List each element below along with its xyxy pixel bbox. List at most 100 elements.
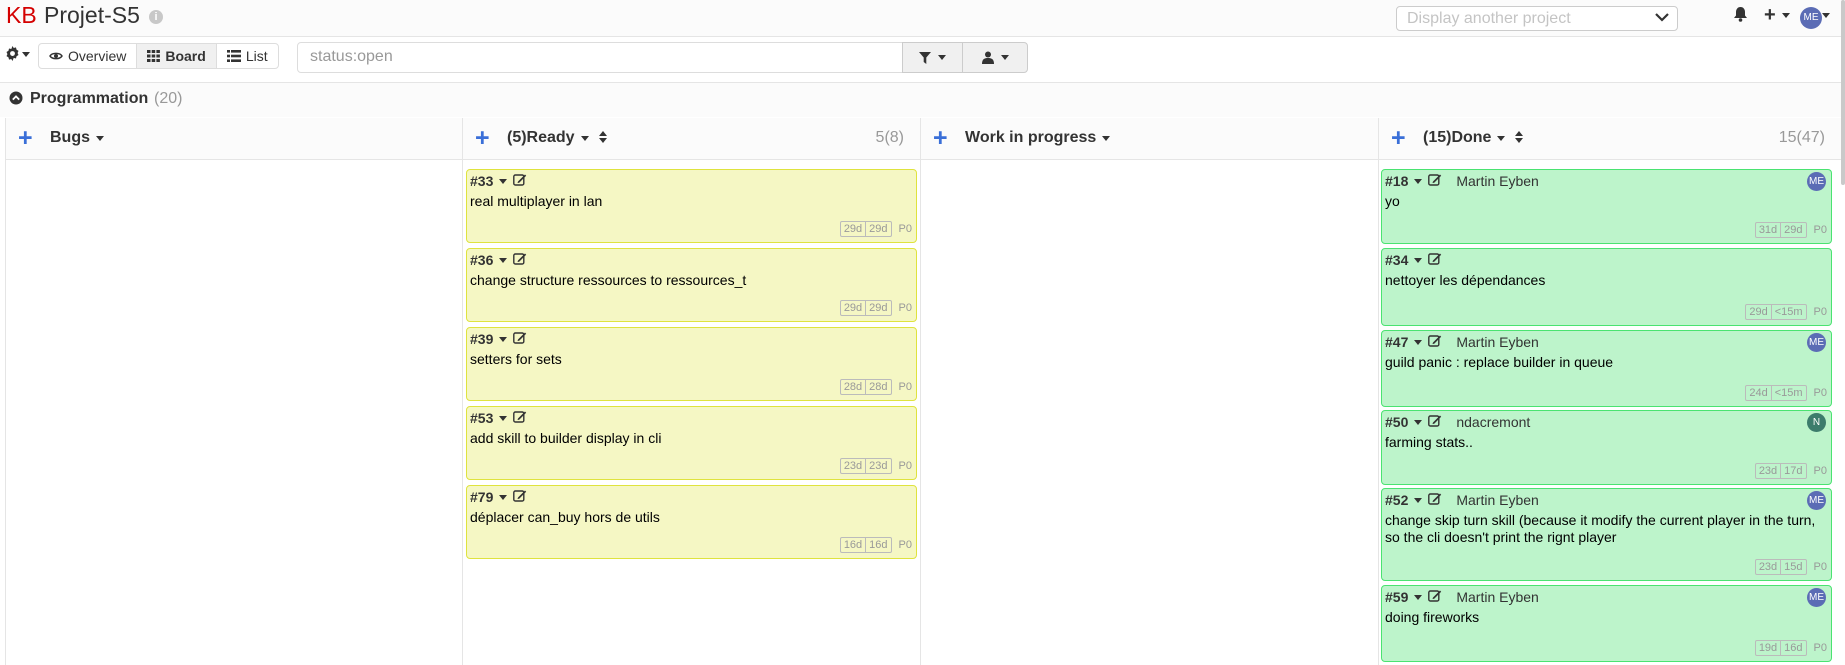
- edit-icon[interactable]: [1428, 492, 1442, 508]
- caret-down-icon[interactable]: [499, 178, 508, 184]
- overview-view-button[interactable]: Overview: [39, 44, 138, 68]
- column-title[interactable]: (15)Done: [1423, 129, 1524, 147]
- task-age: 19d 16d: [1754, 640, 1807, 656]
- task-title[interactable]: change structure ressources to ressource…: [470, 272, 913, 289]
- task-id[interactable]: #47: [1385, 334, 1408, 350]
- task-title[interactable]: guild panic : replace builder in queue: [1385, 354, 1828, 371]
- collapse-icon[interactable]: [9, 91, 23, 105]
- sort-icon[interactable]: [1515, 131, 1524, 145]
- page-scrollbar[interactable]: [1841, 0, 1845, 185]
- filter-search-input[interactable]: status:open: [297, 42, 903, 73]
- task-priority: P0: [1813, 224, 1827, 236]
- add-task-button[interactable]: +: [475, 126, 490, 151]
- task-id[interactable]: #59: [1385, 589, 1408, 605]
- plus-menu-button[interactable]: +: [1764, 4, 1776, 27]
- task-assignee: ndacremont: [1456, 414, 1531, 430]
- task-card[interactable]: #34 nettoyer les dépendances 29d <15m P0: [1381, 248, 1832, 326]
- caret-down-icon: [1102, 135, 1111, 141]
- edit-icon[interactable]: [1428, 173, 1442, 189]
- task-title[interactable]: setters for sets: [470, 351, 913, 368]
- task-assignee: Martin Eyben: [1456, 173, 1539, 189]
- task-title[interactable]: doing fireworks: [1385, 609, 1828, 626]
- caret-down-icon[interactable]: [499, 257, 508, 263]
- edit-icon[interactable]: [1428, 334, 1442, 350]
- caret-down-icon[interactable]: [1414, 497, 1423, 503]
- caret-down-icon[interactable]: [1414, 178, 1423, 184]
- task-card[interactable]: #59 Martin Eyben ME doing fireworks 19d 16d P0: [1381, 585, 1832, 662]
- caret-down-icon: [580, 135, 589, 141]
- task-title[interactable]: farming stats..: [1385, 434, 1828, 451]
- task-id[interactable]: #33: [470, 173, 493, 189]
- edit-icon[interactable]: [513, 173, 527, 189]
- list-view-button[interactable]: List: [217, 44, 278, 68]
- task-title[interactable]: yo: [1385, 193, 1828, 210]
- task-card[interactable]: #39 setters for sets 28d 28d P0: [466, 327, 917, 401]
- task-card[interactable]: #52 Martin Eyben ME change skip turn skill …: [1381, 488, 1832, 581]
- task-card[interactable]: #53 add skill to builder display in cli 23…: [466, 406, 917, 480]
- caret-down-icon[interactable]: [1414, 339, 1423, 345]
- edit-icon[interactable]: [513, 410, 527, 426]
- caret-down-icon[interactable]: [22, 52, 30, 57]
- task-age-created: 19d: [1756, 641, 1782, 655]
- project-select[interactable]: Display another project: [1396, 6, 1678, 31]
- task-age: 24d <15m: [1745, 385, 1807, 401]
- column-title[interactable]: Work in progress: [965, 129, 1111, 147]
- task-age-created: 23d: [1756, 464, 1782, 478]
- page-title: Projet-S5: [44, 2, 140, 28]
- gear-icon[interactable]: [5, 46, 20, 61]
- caret-down-icon[interactable]: [1414, 257, 1423, 263]
- task-id[interactable]: #34: [1385, 252, 1408, 268]
- task-id[interactable]: #50: [1385, 414, 1408, 430]
- column-title[interactable]: (5)Ready: [507, 129, 608, 147]
- task-header: #47 Martin Eyben: [1385, 333, 1828, 351]
- task-card[interactable]: #47 Martin Eyben ME guild panic : replace b…: [1381, 330, 1832, 407]
- task-card[interactable]: #18 Martin Eyben ME yo 31d 29d P0: [1381, 169, 1832, 244]
- task-id[interactable]: #36: [470, 252, 493, 268]
- bell-icon[interactable]: [1733, 6, 1748, 22]
- task-title[interactable]: déplacer can_buy hors de utils: [470, 509, 913, 526]
- edit-icon[interactable]: [1428, 252, 1442, 268]
- task-title[interactable]: real multiplayer in lan: [470, 193, 913, 210]
- edit-icon[interactable]: [513, 331, 527, 347]
- caret-down-icon[interactable]: [1782, 13, 1790, 18]
- task-age-created: 24d: [1746, 386, 1772, 400]
- task-footer: 16d 16d P0: [839, 537, 912, 553]
- caret-down-icon[interactable]: [1822, 13, 1830, 18]
- task-card[interactable]: #50 ndacremont Nfarming stats.. 23d 17d P0: [1381, 410, 1832, 485]
- task-title[interactable]: add skill to builder display in cli: [470, 430, 913, 447]
- add-task-button[interactable]: +: [18, 126, 33, 151]
- task-age-created: 29d: [1746, 305, 1772, 319]
- filter-dropdown-button[interactable]: [902, 42, 963, 73]
- caret-down-icon[interactable]: [1414, 594, 1423, 600]
- add-task-button[interactable]: +: [1391, 126, 1406, 151]
- edit-icon[interactable]: [1428, 589, 1442, 605]
- column-header: + (15)Done 15(47): [1379, 118, 1845, 160]
- edit-icon[interactable]: [513, 252, 527, 268]
- task-id[interactable]: #18: [1385, 173, 1408, 189]
- task-title[interactable]: change skip turn skill (because it modif…: [1385, 512, 1828, 546]
- caret-down-icon[interactable]: [499, 494, 508, 500]
- logo[interactable]: KB: [6, 2, 37, 29]
- user-filter-button[interactable]: [962, 42, 1028, 73]
- caret-down-icon[interactable]: [499, 336, 508, 342]
- caret-down-icon[interactable]: [1414, 419, 1423, 425]
- task-title[interactable]: nettoyer les dépendances: [1385, 272, 1828, 289]
- caret-down-icon[interactable]: [499, 415, 508, 421]
- task-card[interactable]: #33 real multiplayer in lan 29d 29d P0: [466, 169, 917, 243]
- task-id[interactable]: #79: [470, 489, 493, 505]
- task-id[interactable]: #53: [470, 410, 493, 426]
- task-card[interactable]: #36 change structure ressources to ressou…: [466, 248, 917, 322]
- edit-icon[interactable]: [513, 489, 527, 505]
- task-age: 29d 29d: [839, 221, 892, 237]
- board-view-button[interactable]: Board: [137, 44, 217, 68]
- task-id[interactable]: #52: [1385, 492, 1408, 508]
- task-card[interactable]: #79 déplacer can_buy hors de utils 16d 16d P…: [466, 485, 917, 559]
- edit-icon[interactable]: [1428, 414, 1442, 430]
- info-icon[interactable]: i: [149, 10, 163, 24]
- sort-icon[interactable]: [598, 131, 608, 145]
- task-id[interactable]: #39: [470, 331, 493, 347]
- add-task-button[interactable]: +: [933, 126, 948, 151]
- column-title[interactable]: Bugs: [50, 129, 104, 147]
- task-age-moved: 16d: [1784, 642, 1803, 654]
- user-avatar[interactable]: ME: [1800, 7, 1822, 29]
